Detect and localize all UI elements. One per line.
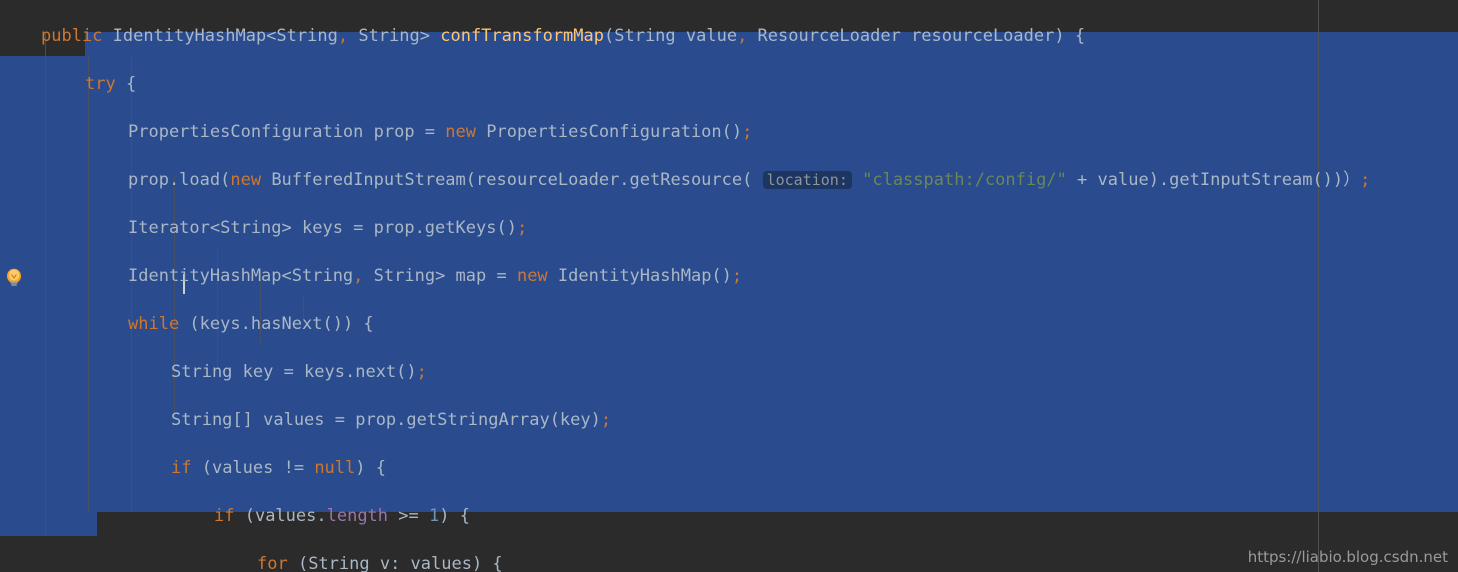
code-line-11[interactable]: if (values.length >= 1) { bbox=[0, 504, 1458, 528]
code-line-8[interactable]: String key = keys.next(); bbox=[0, 360, 1458, 384]
code-line-2[interactable]: try { bbox=[0, 72, 1458, 96]
code-line-10[interactable]: if (values != null) { bbox=[0, 456, 1458, 480]
code-editor[interactable]: public IdentityHashMap<String, String> c… bbox=[0, 0, 1458, 572]
watermark-url: https://liabio.blog.csdn.net bbox=[1247, 548, 1448, 566]
code-line-3[interactable]: PropertiesConfiguration prop = new Prope… bbox=[0, 120, 1458, 144]
code-line-7[interactable]: while (keys.hasNext()) { bbox=[0, 312, 1458, 336]
code-line-4[interactable]: prop.load(new BufferedInputStream(resour… bbox=[0, 168, 1458, 192]
code-line-1[interactable]: public IdentityHashMap<String, String> c… bbox=[0, 24, 1458, 48]
code-line-6[interactable]: IdentityHashMap<String, String> map = ne… bbox=[0, 264, 1458, 288]
code-line-5[interactable]: Iterator<String> keys = prop.getKeys(); bbox=[0, 216, 1458, 240]
code-line-12[interactable]: for (String v: values) { bbox=[0, 552, 1458, 572]
inlay-hint-location: location: bbox=[762, 171, 852, 189]
code-text-layer[interactable]: public IdentityHashMap<String, String> c… bbox=[0, 0, 1458, 572]
code-line-9[interactable]: String[] values = prop.getStringArray(ke… bbox=[0, 408, 1458, 432]
